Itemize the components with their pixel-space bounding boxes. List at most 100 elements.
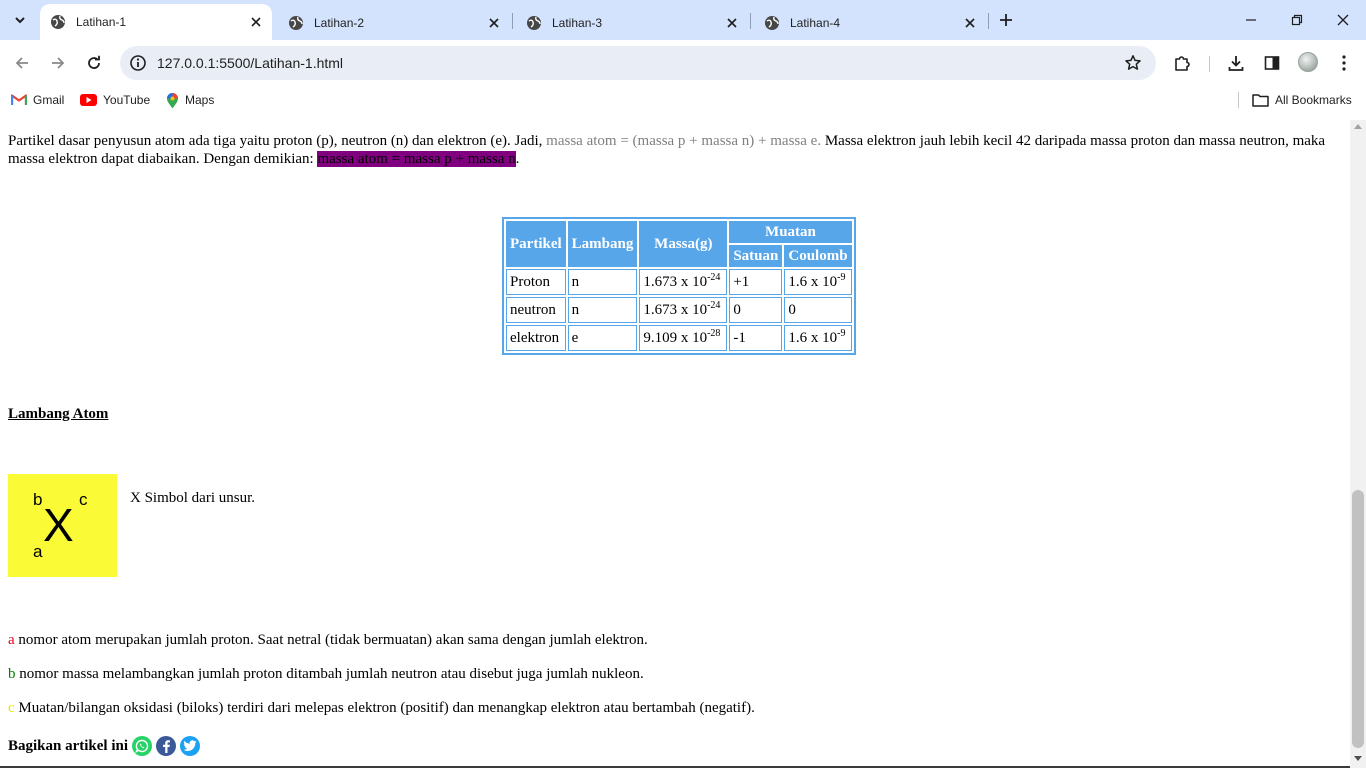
cell-massa: 1.673 x 10-24 [639, 297, 728, 323]
tab-strip: Latihan-1 Latihan-2 Latihan-3 Latihan-4 [0, 0, 1366, 40]
globe-icon [765, 16, 779, 30]
page-content: Partikel dasar penyusun atom ada tiga ya… [0, 120, 1350, 766]
tab-separator [750, 13, 751, 29]
bookmarks-separator [1238, 92, 1239, 108]
cell-massa: 9.109 x 10-28 [639, 325, 728, 351]
facebook-icon[interactable] [156, 736, 177, 756]
particle-table: Partikel Lambang Massa(g) Muatan Satuan … [502, 217, 856, 355]
close-icon [1337, 14, 1349, 26]
particle-table-container: Partikel Lambang Massa(g) Muatan Satuan … [502, 217, 856, 355]
coulomb-exponent: -9 [837, 327, 846, 339]
all-bookmarks-label: All Bookmarks [1275, 93, 1352, 107]
massa-exponent: -24 [707, 271, 721, 283]
puzzle-icon [1175, 56, 1190, 71]
all-bookmarks-button[interactable]: All Bookmarks [1252, 90, 1352, 110]
tab-title: Latihan-2 [314, 16, 365, 30]
globe-icon [527, 16, 541, 30]
side-panel-button[interactable] [1262, 53, 1282, 73]
minimize-icon [1246, 19, 1256, 21]
forward-button[interactable] [44, 49, 72, 77]
intro-text: . [515, 151, 520, 167]
close-tab-icon[interactable] [960, 13, 980, 33]
tab-latihan-1[interactable]: Latihan-1 [40, 4, 272, 40]
url-text: 127.0.0.1:5500/Latihan-1.html [157, 55, 344, 71]
header-lambang: Lambang [567, 221, 638, 267]
cell-lambang: n [567, 297, 638, 323]
cell-satuan: +1 [729, 269, 783, 295]
bookmark-maps[interactable]: Maps [166, 90, 214, 110]
scrollbar-thumb[interactable] [1352, 490, 1364, 748]
cell-partikel: Proton [506, 269, 566, 295]
cell-satuan: -1 [729, 325, 783, 351]
tab-title: Latihan-3 [552, 16, 603, 30]
coulomb-exponent: -9 [837, 271, 846, 283]
intro-text: Partikel dasar penyusun atom ada tiga ya… [8, 133, 547, 149]
bookmark-gmail[interactable]: Gmail [11, 90, 64, 110]
profile-avatar[interactable] [1298, 52, 1318, 72]
close-window-button[interactable] [1320, 0, 1366, 40]
close-tab-icon[interactable] [722, 13, 742, 33]
line-b: b nomor massa melambangkan jumlah proton… [8, 666, 644, 683]
line-c: c Muatan/bilangan oksidasi (biloks) terd… [8, 700, 755, 717]
kebab-menu-icon [1342, 55, 1346, 71]
globe-icon [51, 15, 65, 29]
info-icon[interactable] [128, 53, 148, 73]
download-icon [1228, 56, 1244, 71]
massa-base: 1.673 x 10 [643, 301, 708, 318]
atom-label-b: b [33, 490, 43, 509]
line-text: nomor massa melambangkan jumlah proton d… [15, 666, 644, 682]
menu-button[interactable] [1334, 53, 1354, 73]
section-title-lambang-atom: Lambang Atom [8, 406, 109, 422]
close-tab-icon[interactable] [484, 13, 504, 33]
tab-latihan-3[interactable]: Latihan-3 [516, 6, 748, 40]
cell-coulomb: 1.6 x 10-9 [784, 325, 852, 351]
highlighted-formula: massa atom = massa p + massa n [317, 151, 516, 167]
coulomb-base: 0 [788, 301, 796, 318]
star-icon[interactable] [1124, 54, 1142, 72]
header-coulomb: Coulomb [784, 245, 852, 267]
tab-latihan-2[interactable]: Latihan-2 [278, 6, 510, 40]
gray-formula: massa atom = (massa p + massa n) + massa… [546, 133, 822, 149]
chevron-down-icon [15, 17, 25, 24]
gmail-icon [11, 94, 27, 105]
intro-paragraph: Partikel dasar penyusun atom ada tiga ya… [8, 132, 1338, 168]
toolbar-separator [1209, 56, 1210, 72]
restore-button[interactable] [1274, 0, 1320, 40]
address-bar[interactable]: 127.0.0.1:5500/Latihan-1.html [120, 46, 1156, 80]
new-tab-button[interactable] [994, 8, 1018, 32]
whatsapp-icon[interactable] [132, 736, 153, 756]
reload-button[interactable] [80, 49, 108, 77]
scroll-up-arrow-icon[interactable] [1354, 124, 1362, 129]
tab-separator [512, 13, 513, 29]
side-panel-icon [1264, 56, 1280, 70]
plus-icon [1000, 14, 1012, 26]
header-muatan: Muatan [729, 221, 852, 243]
downloads-button[interactable] [1226, 53, 1246, 73]
cell-partikel: neutron [506, 297, 566, 323]
extensions-button[interactable] [1172, 53, 1192, 73]
scroll-down-arrow-icon[interactable] [1354, 756, 1362, 761]
header-massa: Massa(g) [639, 221, 728, 267]
cell-coulomb: 1.6 x 10-9 [784, 269, 852, 295]
coulomb-base: 1.6 x 10 [788, 329, 838, 346]
minimize-button[interactable] [1228, 0, 1274, 40]
bookmarks-bar: Gmail YouTube Maps All Bookmarks [0, 86, 1366, 114]
tab-search-button[interactable] [6, 7, 34, 33]
cell-lambang: e [567, 325, 638, 351]
globe-icon [289, 16, 303, 30]
vertical-scrollbar[interactable] [1350, 120, 1366, 768]
bookmark-label: Gmail [33, 93, 65, 107]
back-button[interactable] [8, 49, 36, 77]
atom-label-a: a [33, 542, 43, 561]
header-partikel: Partikel [506, 221, 566, 267]
close-tab-icon[interactable] [246, 12, 266, 32]
massa-base: 9.109 x 10 [643, 329, 708, 346]
bookmark-youtube[interactable]: YouTube [80, 90, 150, 110]
tab-latihan-4[interactable]: Latihan-4 [754, 6, 986, 40]
atom-label-x: X [43, 499, 74, 551]
coulomb-base: 1.6 x 10 [788, 273, 838, 290]
atom-description: X Simbol dari unsur. [130, 490, 256, 506]
twitter-icon[interactable] [180, 736, 201, 756]
reload-icon [88, 55, 100, 69]
massa-base: 1.673 x 10 [643, 273, 708, 290]
